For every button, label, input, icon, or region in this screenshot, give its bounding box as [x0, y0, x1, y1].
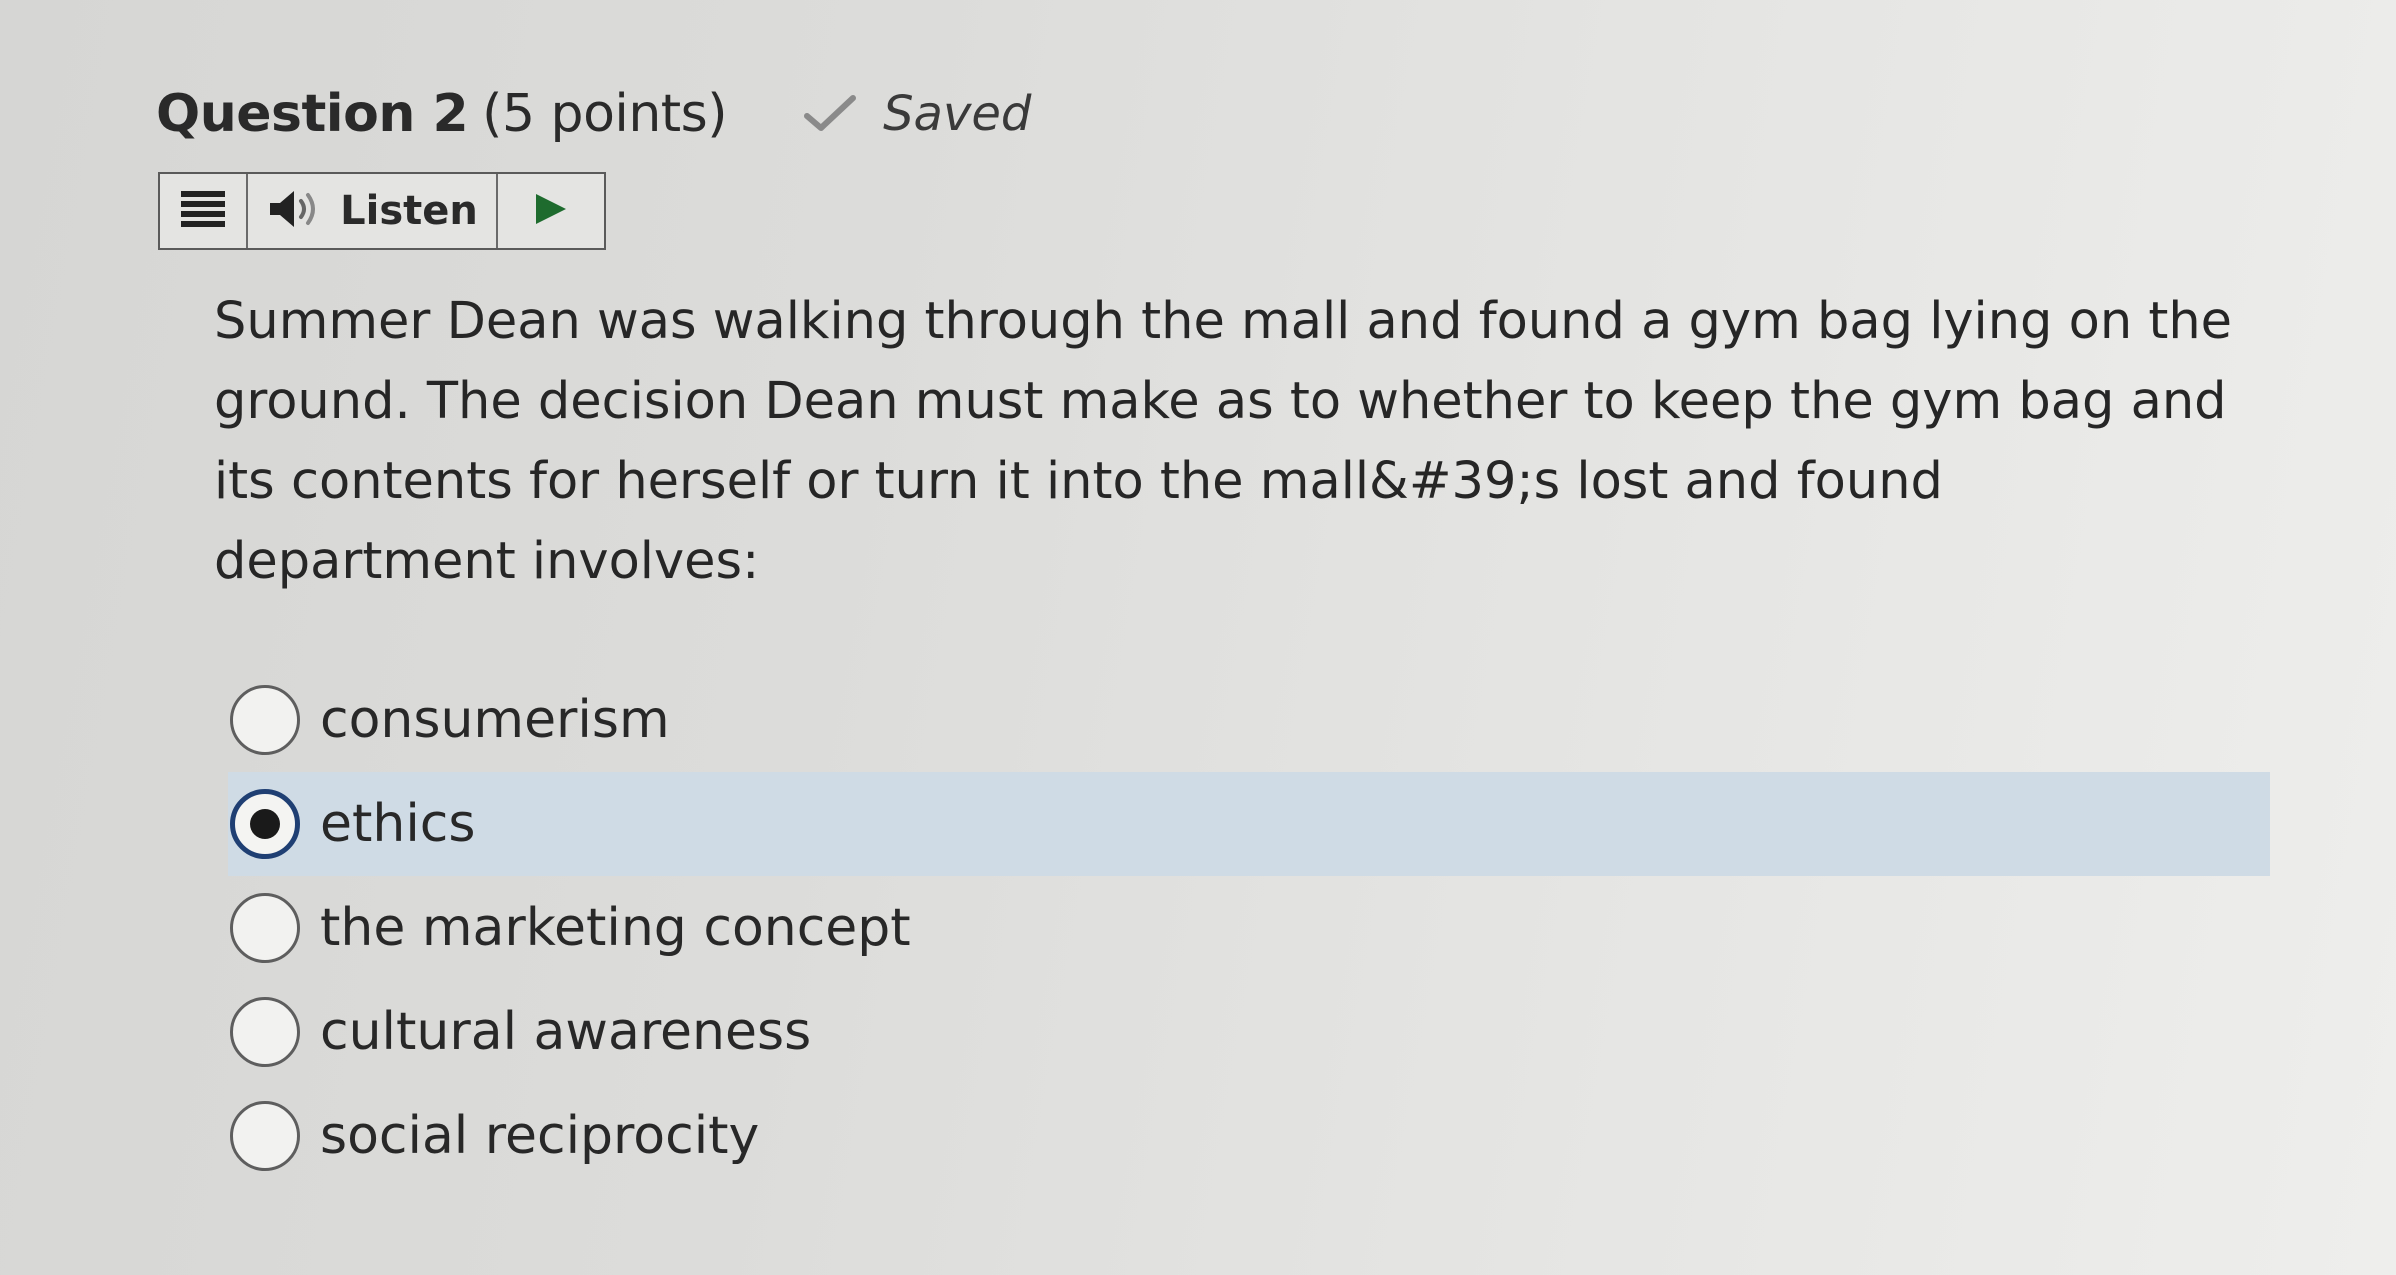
- listen-label: Listen: [340, 188, 478, 234]
- question-title: Question 2: [156, 84, 469, 144]
- answer-options: consumerism ethics the marketing concept…: [228, 668, 2270, 1188]
- option-consumerism[interactable]: consumerism: [228, 668, 2270, 772]
- option-cultural-awareness[interactable]: cultural awareness: [228, 980, 2270, 1084]
- radio-dot: [250, 809, 280, 839]
- play-icon: [534, 192, 568, 230]
- option-label: social reciprocity: [320, 1106, 760, 1166]
- option-ethics[interactable]: ethics: [228, 772, 2270, 876]
- option-label: consumerism: [320, 690, 670, 750]
- saved-label: Saved: [883, 86, 1032, 142]
- saved-status: Saved: [803, 86, 1031, 142]
- question-header: Question 2 (5 points) Saved: [156, 74, 1031, 154]
- radio-button-selected[interactable]: [230, 789, 300, 859]
- checkmark-icon: [803, 94, 857, 134]
- listen-toolbar: Listen: [158, 172, 606, 250]
- readspeaker-menu-button[interactable]: [160, 174, 248, 248]
- speaker-icon: [266, 189, 322, 233]
- option-social-reciprocity[interactable]: social reciprocity: [228, 1084, 2270, 1188]
- option-label: ethics: [320, 794, 476, 854]
- radio-button[interactable]: [230, 685, 300, 755]
- radio-button[interactable]: [230, 1101, 300, 1171]
- radio-button[interactable]: [230, 997, 300, 1067]
- menu-lines-icon: [181, 191, 225, 231]
- question-text: Summer Dean was walking through the mall…: [214, 292, 2233, 591]
- radio-button[interactable]: [230, 893, 300, 963]
- option-label: cultural awareness: [320, 1002, 812, 1062]
- option-the-marketing-concept[interactable]: the marketing concept: [228, 876, 2270, 980]
- option-label: the marketing concept: [320, 898, 911, 958]
- question-points: (5 points): [482, 84, 728, 144]
- play-button[interactable]: [498, 174, 604, 248]
- listen-button[interactable]: Listen: [248, 174, 498, 248]
